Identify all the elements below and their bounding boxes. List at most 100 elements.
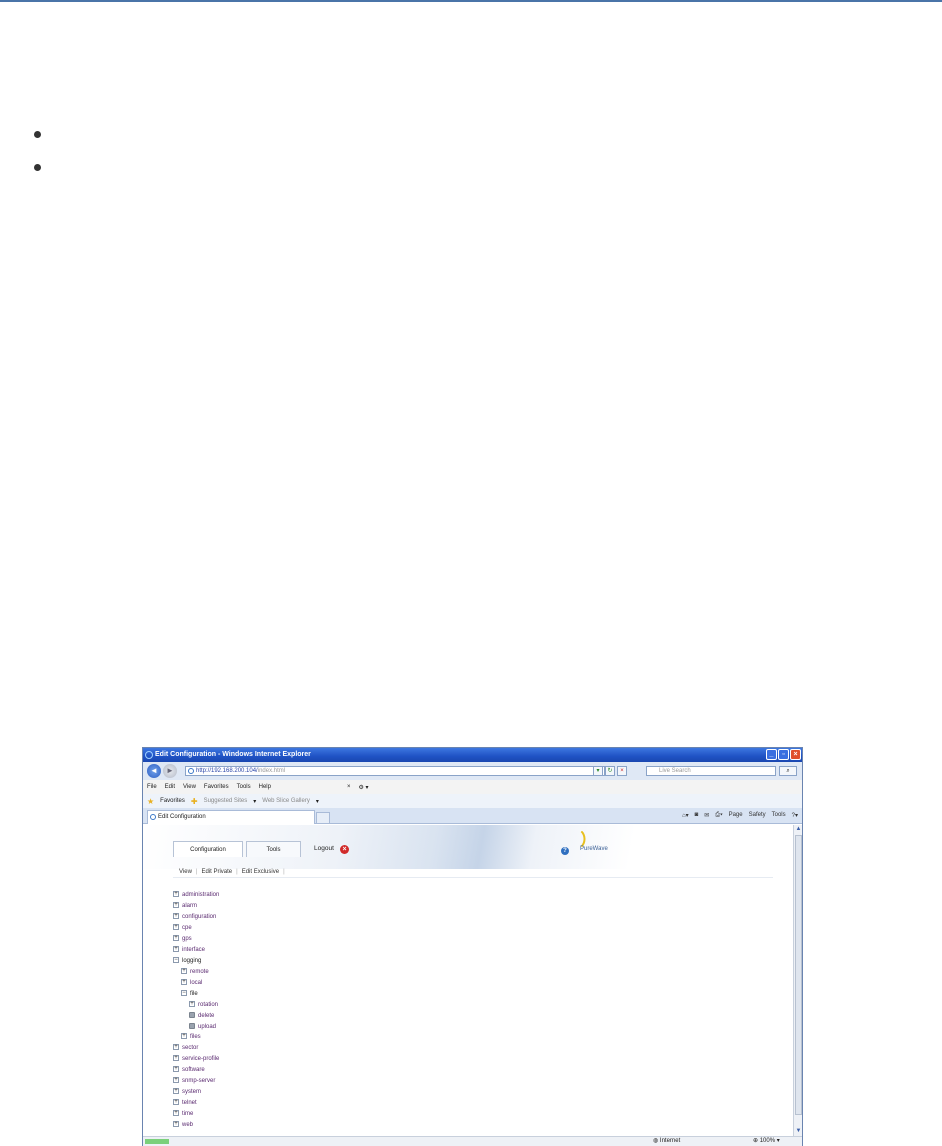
tree-node-label[interactable]: software <box>182 1067 205 1073</box>
expand-icon[interactable]: + <box>173 935 179 942</box>
tree-node[interactable]: + cpe <box>173 923 192 933</box>
web-slice-gallery-link[interactable]: Web Slice Gallery <box>262 798 310 804</box>
expand-icon[interactable]: + <box>181 1033 187 1040</box>
add-favorites-icon[interactable]: ✚ <box>191 797 198 806</box>
mail-icon[interactable]: ✉ <box>704 812 709 819</box>
expand-icon[interactable]: + <box>173 1077 179 1084</box>
tree-node[interactable]: + rotation <box>189 1000 218 1010</box>
collapse-icon[interactable]: − <box>181 990 187 997</box>
zoom-control[interactable]: ⊕ 100% ▾ <box>753 1137 780 1146</box>
expand-icon[interactable]: + <box>173 924 179 931</box>
tree-node[interactable]: + administration <box>173 890 219 900</box>
expand-icon[interactable]: + <box>173 1066 179 1073</box>
toolbar-addon-icon[interactable]: ⚙ ▾ <box>358 784 368 791</box>
tree-node[interactable]: + telnet <box>173 1098 197 1108</box>
tree-node[interactable]: + configuration <box>173 912 216 922</box>
expand-icon[interactable]: + <box>181 979 187 986</box>
expand-icon[interactable]: + <box>173 1110 179 1117</box>
command-safety[interactable]: Safety <box>749 812 766 819</box>
menu-tools[interactable]: Tools <box>237 784 251 790</box>
tree-node-label[interactable]: rotation <box>198 1002 218 1008</box>
expand-icon[interactable]: + <box>173 1044 179 1051</box>
browser-tab[interactable]: Edit Configuration <box>147 810 315 824</box>
tree-node-label[interactable]: web <box>182 1122 193 1128</box>
expand-icon[interactable]: + <box>189 1001 195 1008</box>
tree-node[interactable]: + files <box>181 1032 201 1042</box>
compatibility-icon[interactable]: ▾ <box>593 766 603 776</box>
vertical-scrollbar[interactable]: ▲ ▼ <box>793 825 802 1136</box>
tree-node-label[interactable]: administration <box>182 892 219 898</box>
favorites-star-icon[interactable]: ★ <box>147 797 154 806</box>
close-icon[interactable]: × <box>790 749 801 760</box>
tree-node-label[interactable]: alarm <box>182 903 197 909</box>
search-input[interactable]: Live Search <box>646 766 776 776</box>
tree-node-label[interactable]: cpe <box>182 925 192 931</box>
tree-node[interactable]: + snmp-server <box>173 1076 215 1086</box>
tree-node[interactable]: + alarm <box>173 901 197 911</box>
tree-node-label[interactable]: remote <box>190 969 209 975</box>
tree-node-label[interactable]: logging <box>182 958 201 964</box>
collapse-icon[interactable]: − <box>173 957 179 964</box>
tree-node[interactable]: + interface <box>173 945 205 955</box>
forward-arrow-icon[interactable]: ► <box>163 764 177 778</box>
dropdown-arrow-icon[interactable]: ▾ <box>253 798 256 805</box>
menu-favorites[interactable]: Favorites <box>204 784 229 790</box>
command-tools[interactable]: Tools <box>772 812 786 819</box>
expand-icon[interactable]: + <box>173 1099 179 1106</box>
expand-icon[interactable]: + <box>173 913 179 920</box>
tree-node[interactable]: + time <box>173 1109 193 1119</box>
expand-icon[interactable]: + <box>173 1055 179 1062</box>
close-toolbar-icon[interactable]: × <box>347 784 351 790</box>
expand-icon[interactable]: + <box>173 1088 179 1095</box>
dropdown-arrow-icon[interactable]: ▾ <box>316 798 319 805</box>
tree-node[interactable]: + remote <box>181 967 209 977</box>
print-icon[interactable]: ⎙▾ <box>715 812 722 819</box>
expand-icon[interactable]: + <box>173 902 179 909</box>
favorites-button[interactable]: Favorites <box>160 798 185 804</box>
expand-icon[interactable]: + <box>173 1121 179 1128</box>
scroll-up-icon[interactable]: ▲ <box>794 825 802 834</box>
new-tab-button[interactable] <box>316 812 330 824</box>
tree-node[interactable]: upload <box>189 1022 216 1032</box>
tree-node[interactable]: + web <box>173 1120 193 1130</box>
tree-node[interactable]: + software <box>173 1065 205 1075</box>
suggested-sites-link[interactable]: Suggested Sites <box>204 798 248 804</box>
tree-node[interactable]: delete <box>189 1011 214 1021</box>
tree-node-label[interactable]: system <box>182 1089 201 1095</box>
minimize-icon[interactable]: _ <box>766 749 777 760</box>
tree-node[interactable]: + system <box>173 1087 201 1097</box>
tree-node-label[interactable]: interface <box>182 947 205 953</box>
dropdown-arrow-icon[interactable]: ▾ <box>777 1138 780 1144</box>
tree-node-label[interactable]: telnet <box>182 1100 197 1106</box>
tree-node-label[interactable]: gps <box>182 936 192 942</box>
tree-node[interactable]: + gps <box>173 934 192 944</box>
tree-node[interactable]: − file <box>181 989 198 999</box>
search-icon[interactable]: ⌕ <box>779 766 797 776</box>
tree-node[interactable]: + sector <box>173 1043 198 1053</box>
tree-node[interactable]: + service-profile <box>173 1054 219 1064</box>
expand-icon[interactable]: + <box>181 968 187 975</box>
maximize-icon[interactable]: ▫ <box>778 749 789 760</box>
tree-node-label[interactable]: local <box>190 980 202 986</box>
expand-icon[interactable]: + <box>173 891 179 898</box>
tree-node-label[interactable]: time <box>182 1111 193 1117</box>
menu-file[interactable]: File <box>147 784 157 790</box>
help-icon[interactable]: ?▾ <box>792 812 798 819</box>
tree-node-label[interactable]: upload <box>198 1024 216 1030</box>
stop-icon[interactable]: × <box>617 766 627 776</box>
tree-node-label[interactable]: configuration <box>182 914 216 920</box>
url-field[interactable]: http://192.168.200.104/index.html <box>185 766 605 776</box>
tree-node-label[interactable]: snmp-server <box>182 1078 215 1084</box>
command-page[interactable]: Page <box>729 812 743 819</box>
tree-node-label[interactable]: sector <box>182 1045 198 1051</box>
feeds-icon[interactable]: ◙ <box>695 812 699 819</box>
tree-node-label[interactable]: delete <box>198 1013 214 1019</box>
menu-edit[interactable]: Edit <box>165 784 175 790</box>
menu-view[interactable]: View <box>183 784 196 790</box>
tree-node[interactable]: − logging <box>173 956 201 966</box>
tree-node[interactable]: + local <box>181 978 202 988</box>
tree-node-label[interactable]: service-profile <box>182 1056 219 1062</box>
tree-node-label[interactable]: files <box>190 1034 201 1040</box>
scrollbar-thumb[interactable] <box>795 835 802 1115</box>
expand-icon[interactable]: + <box>173 946 179 953</box>
